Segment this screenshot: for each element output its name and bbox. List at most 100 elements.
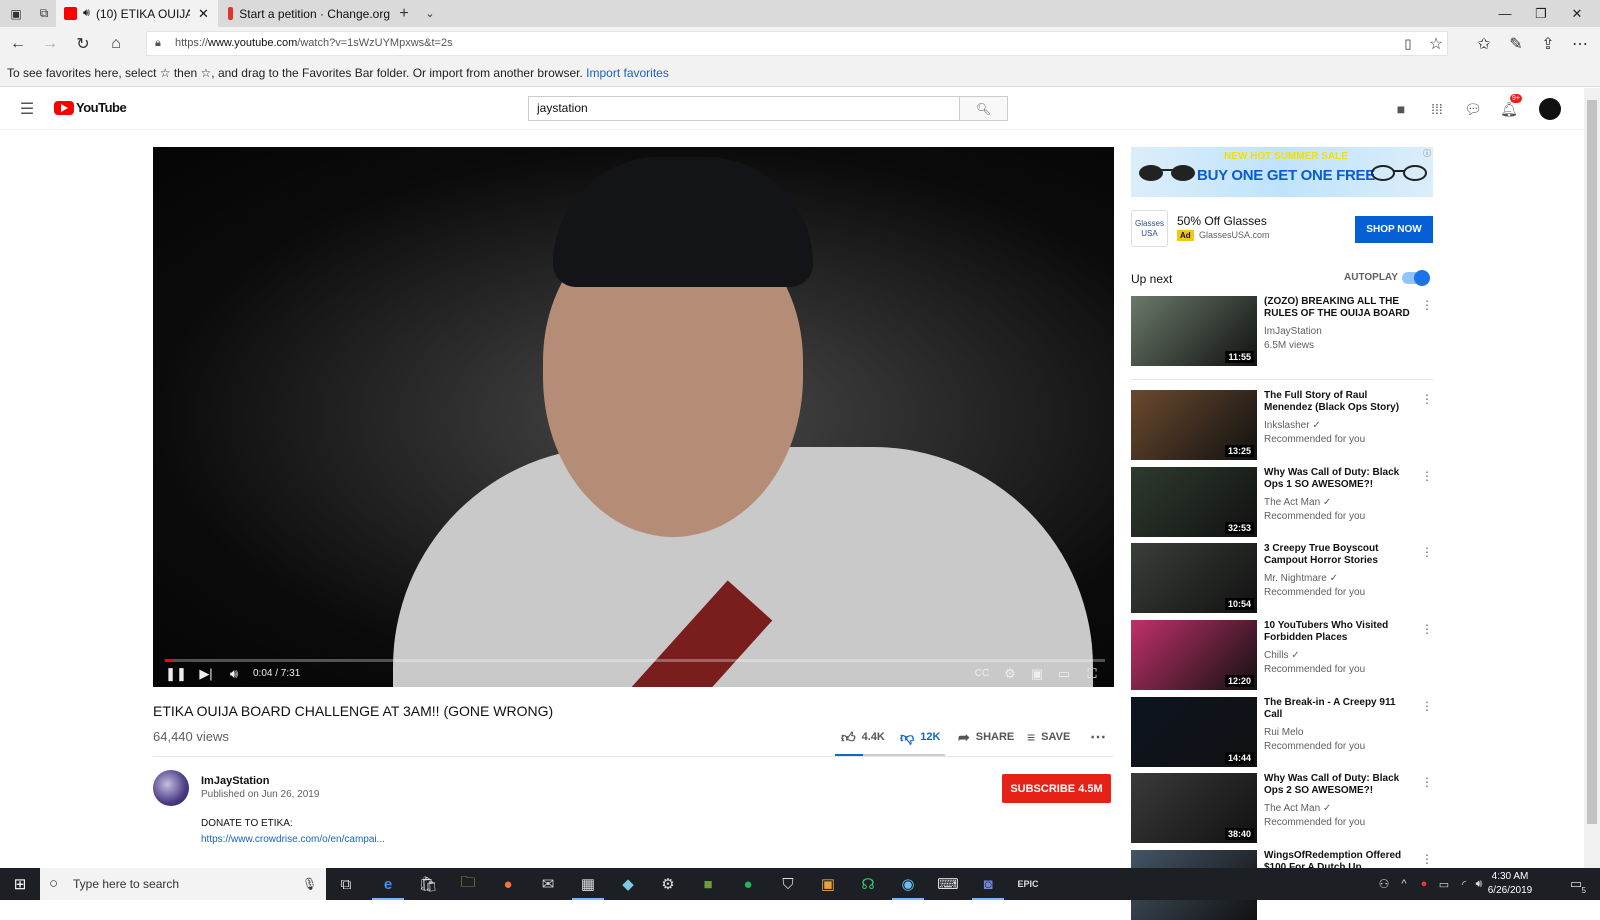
recommended-video-title[interactable]: The Break-in - A Creepy 911 Call — [1264, 697, 1416, 721]
ad-title[interactable]: 50% Off Glasses — [1177, 214, 1267, 228]
recommended-video-title[interactable]: The Full Story of Raul Menendez (Black O… — [1264, 390, 1416, 414]
share-icon[interactable]: ⇪ — [1532, 27, 1564, 60]
recommended-video[interactable]: 13:25 The Full Story of Raul Menendez (Bl… — [1131, 390, 1433, 460]
close-window-icon[interactable]: ✕ — [1554, 0, 1600, 27]
volume-icon[interactable]: 🔊︎ — [225, 665, 243, 682]
subscribe-button[interactable]: SUBSCRIBE 4.5M — [1002, 774, 1111, 803]
captions-icon[interactable]: CC — [973, 665, 991, 682]
video-menu-icon[interactable]: ⋮ — [1421, 852, 1433, 866]
recommended-video-title[interactable]: 10 YouTubers Who Visited Forbidden Place… — [1264, 620, 1416, 644]
recommended-video-channel[interactable]: The Act Man ✓ — [1264, 497, 1331, 508]
messages-icon[interactable]: 💬︎ — [1462, 98, 1484, 120]
apps-grid-icon[interactable]: ⁞⁞⁞ — [1426, 98, 1448, 120]
settings-gear-icon[interactable]: ⚙ — [1001, 665, 1019, 682]
tab-preview-chevron-icon[interactable]: ⌄ — [414, 0, 446, 27]
recommended-video[interactable]: 11:55 (ZOZO) BREAKING ALL THE RULES OF TH… — [1131, 296, 1433, 366]
fullscreen-icon[interactable]: ⛶ — [1083, 665, 1101, 682]
address-bar[interactable]: 🔒︎ https://www.youtube.com/watch?v=1sWzU… — [146, 31, 1448, 56]
recommended-video-title[interactable]: 3 Creepy True Boyscout Campout Horror St… — [1264, 543, 1416, 567]
account-avatar[interactable] — [1539, 98, 1561, 120]
close-tab-icon[interactable]: ✕ — [198, 6, 209, 22]
game-app-icon[interactable]: ▣ — [808, 868, 848, 900]
discord-icon[interactable]: ◙ — [968, 868, 1008, 900]
theater-mode-icon[interactable]: ▭ — [1055, 665, 1073, 682]
search-button[interactable]: 🔍︎ — [960, 96, 1008, 121]
headset-icon[interactable]: ☊ — [848, 868, 888, 900]
like-button[interactable]: 👍︎ 4.4K — [841, 728, 885, 746]
firefox-icon[interactable]: ● — [488, 868, 528, 900]
tray-app-icon[interactable]: ● — [1414, 868, 1434, 900]
action-center-icon[interactable]: ▭ 5 — [1556, 868, 1596, 900]
next-video-icon[interactable]: ▶| — [197, 665, 215, 682]
recommended-video[interactable]: 38:40 Why Was Call of Duty: Black Ops 2 S… — [1131, 773, 1433, 843]
channel-name[interactable]: ImJayStation — [201, 775, 269, 787]
video-menu-icon[interactable]: ⋮ — [1421, 545, 1433, 559]
ad-info-icon[interactable]: ⓘ — [1423, 148, 1431, 159]
shop-now-button[interactable]: SHOP NOW — [1355, 216, 1433, 243]
task-view-icon[interactable]: ⧉ — [326, 868, 366, 900]
recommended-video-channel[interactable]: Mr. Nightmare ✓ — [1264, 573, 1338, 584]
create-video-icon[interactable]: ■ — [1390, 98, 1412, 120]
favorites-hub-icon[interactable]: ✩ — [1468, 27, 1500, 60]
home-icon[interactable]: ⌂ — [100, 27, 132, 60]
web-note-icon[interactable]: ✎ — [1500, 27, 1532, 60]
refresh-icon[interactable]: ↻ — [67, 27, 99, 60]
mail-icon[interactable]: ✉ — [528, 868, 568, 900]
ad-banner[interactable]: NEW HOT SUMMER SALE BUY ONE GET ONE FREE… — [1131, 147, 1433, 197]
battery-icon[interactable]: ▭ — [1434, 868, 1454, 900]
video-thumbnail[interactable]: 10:54 — [1131, 543, 1257, 613]
video-thumbnail[interactable]: 32:53 — [1131, 467, 1257, 537]
store-icon[interactable]: 🛍︎ — [408, 868, 448, 900]
video-menu-icon[interactable]: ⋮ — [1421, 622, 1433, 636]
video-menu-icon[interactable]: ⋮ — [1421, 298, 1433, 312]
tab-change-org[interactable]: Start a petition · Change.org — [220, 0, 390, 27]
recommended-video[interactable]: 32:53 Why Was Call of Duty: Black Ops 1 S… — [1131, 467, 1433, 537]
favorite-star-icon[interactable]: ☆ — [1420, 27, 1452, 60]
video-thumbnail[interactable]: 12:20 — [1131, 620, 1257, 690]
recommended-video-title[interactable]: Why Was Call of Duty: Black Ops 1 SO AWE… — [1264, 467, 1416, 491]
microphone-icon[interactable]: 🎙︎ — [302, 868, 317, 900]
autoplay-toggle[interactable] — [1402, 270, 1430, 286]
media-app-icon[interactable]: ▦ — [568, 868, 608, 900]
taskbar-search-box[interactable]: ○ Type here to search 🎙︎ — [40, 868, 326, 900]
video-menu-icon[interactable]: ⋮ — [1421, 392, 1433, 406]
hamburger-menu-icon[interactable]: ☰ — [16, 98, 38, 120]
back-icon[interactable]: ← — [2, 27, 34, 60]
video-menu-icon[interactable]: ⋮ — [1421, 699, 1433, 713]
video-thumbnail[interactable]: 38:40 — [1131, 773, 1257, 843]
more-actions-icon[interactable]: ⋯ — [1090, 728, 1106, 746]
taskbar-clock[interactable]: 4:30 AM 6/26/2019 — [1480, 870, 1540, 898]
recommended-video[interactable]: 12:20 10 YouTubers Who Visited Forbidden … — [1131, 620, 1433, 690]
import-favorites-link[interactable]: Import favorites — [586, 66, 669, 80]
recommended-video-title[interactable]: (ZOZO) BREAKING ALL THE RULES OF THE OUI… — [1264, 296, 1416, 320]
pause-icon[interactable]: ❚❚ — [165, 665, 187, 682]
edge-browser-icon[interactable]: e — [368, 868, 408, 900]
search-input[interactable]: jaystation — [528, 96, 960, 121]
paint-icon[interactable]: ◆ — [608, 868, 648, 900]
miniplayer-icon[interactable]: ▣ — [1028, 665, 1046, 682]
steam-icon[interactable]: ◉ — [888, 868, 928, 900]
epic-games-icon[interactable]: EPIC — [1008, 868, 1048, 900]
share-button[interactable]: ➦ SHARE — [958, 728, 1014, 746]
recommended-video[interactable]: 10:54 3 Creepy True Boyscout Campout Horr… — [1131, 543, 1433, 613]
notifications-bell-icon[interactable]: 🔔︎ 9+ — [1498, 94, 1522, 120]
tab-youtube[interactable]: 🔊︎ (10) ETIKA OUIJA B ✕ — [56, 0, 218, 27]
save-button[interactable]: ≡ SAVE — [1027, 728, 1070, 746]
security-shield-icon[interactable]: ⛉ — [768, 868, 808, 900]
file-explorer-icon[interactable]: 🗀 — [448, 868, 488, 900]
more-menu-icon[interactable]: ⋯ — [1564, 27, 1596, 60]
settings-icon[interactable]: ⚙ — [648, 868, 688, 900]
wifi-icon[interactable]: ◜ — [1454, 868, 1474, 900]
network-app-icon[interactable]: ⌨ — [928, 868, 968, 900]
channel-avatar[interactable] — [153, 770, 189, 806]
description-link[interactable]: https://www.crowdrise.com/o/en/campai... — [201, 834, 385, 845]
youtube-logo[interactable]: YouTube — [54, 100, 127, 115]
video-menu-icon[interactable]: ⋮ — [1421, 775, 1433, 789]
minecraft-icon[interactable]: ■ — [688, 868, 728, 900]
audio-playing-icon[interactable]: 🔊︎ — [83, 7, 90, 20]
video-menu-icon[interactable]: ⋮ — [1421, 469, 1433, 483]
video-thumbnail[interactable]: 14:44 — [1131, 697, 1257, 767]
scrollbar-thumb[interactable] — [1587, 100, 1597, 824]
spotify-icon[interactable]: ● — [728, 868, 768, 900]
advertiser-logo[interactable]: Glasses USA — [1131, 210, 1168, 247]
